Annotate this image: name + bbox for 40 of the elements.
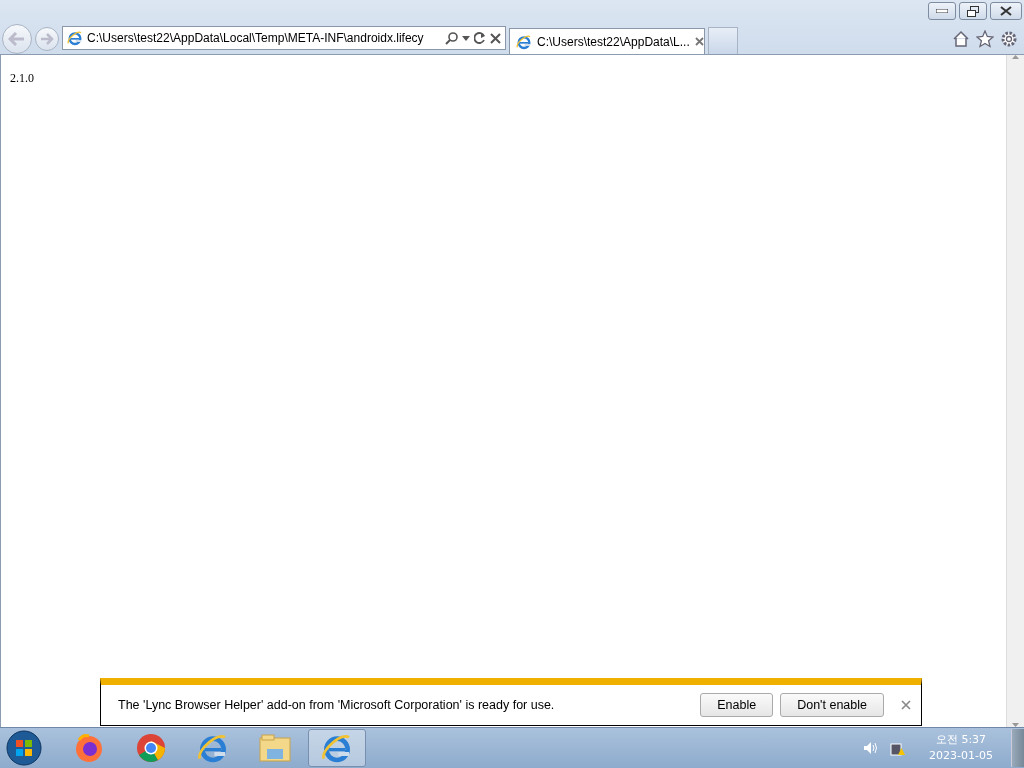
minimize-icon <box>936 9 948 13</box>
star-icon[interactable] <box>976 30 994 48</box>
clock-time: 오전 5:37 <box>935 732 987 748</box>
close-button[interactable] <box>990 2 1022 20</box>
taskbar-item[interactable] <box>308 729 366 767</box>
scrollbar[interactable] <box>1006 55 1024 727</box>
refresh-icon[interactable] <box>474 32 486 44</box>
forward-arrow-icon <box>40 33 54 45</box>
firefox-icon[interactable] <box>73 732 105 764</box>
close-icon <box>1000 6 1012 16</box>
stop-icon[interactable] <box>490 32 501 44</box>
ie-icon <box>321 732 353 764</box>
close-icon[interactable] <box>901 700 911 710</box>
back-button[interactable] <box>2 24 32 54</box>
ie-icon <box>197 732 229 764</box>
network-warning-icon[interactable] <box>889 740 906 756</box>
dropdown-caret-icon[interactable] <box>462 35 470 41</box>
notification-message: The 'Lync Browser Helper' add-on from 'Microsoft Corporation' is ready for use. <box>118 698 556 712</box>
clock-date: 2023-01-05 <box>929 748 993 764</box>
restore-icon <box>967 5 979 17</box>
settings-icon[interactable] <box>1000 30 1018 48</box>
browser-tab[interactable]: C:\Users\test22\AppData\L... <box>509 28 705 54</box>
start-button[interactable] <box>6 730 42 766</box>
chrome-icon[interactable] <box>135 732 167 764</box>
notification-button[interactable]: Don't enable <box>780 693 884 717</box>
address-bar[interactable]: C:\Users\test22\AppData\Local\Temp\META-INF\androidx.lifecy <box>62 26 506 50</box>
notification-button[interactable]: Enable <box>700 693 774 717</box>
ie-taskbar-button[interactable] <box>321 732 353 764</box>
ie-icon <box>67 30 83 46</box>
ie-icon <box>516 33 532 50</box>
speaker-icon[interactable] <box>863 741 880 755</box>
home-icon[interactable] <box>952 30 970 48</box>
restore-button[interactable] <box>959 2 987 20</box>
show-desktop-button[interactable] <box>1011 729 1024 767</box>
close-tab-icon[interactable] <box>694 37 704 46</box>
ie-taskbar-button[interactable] <box>197 732 229 764</box>
search-icon[interactable] <box>445 31 458 45</box>
back-arrow-icon <box>8 32 26 46</box>
page-text: 2.1.0 <box>10 71 34 85</box>
forward-button[interactable] <box>35 27 59 51</box>
